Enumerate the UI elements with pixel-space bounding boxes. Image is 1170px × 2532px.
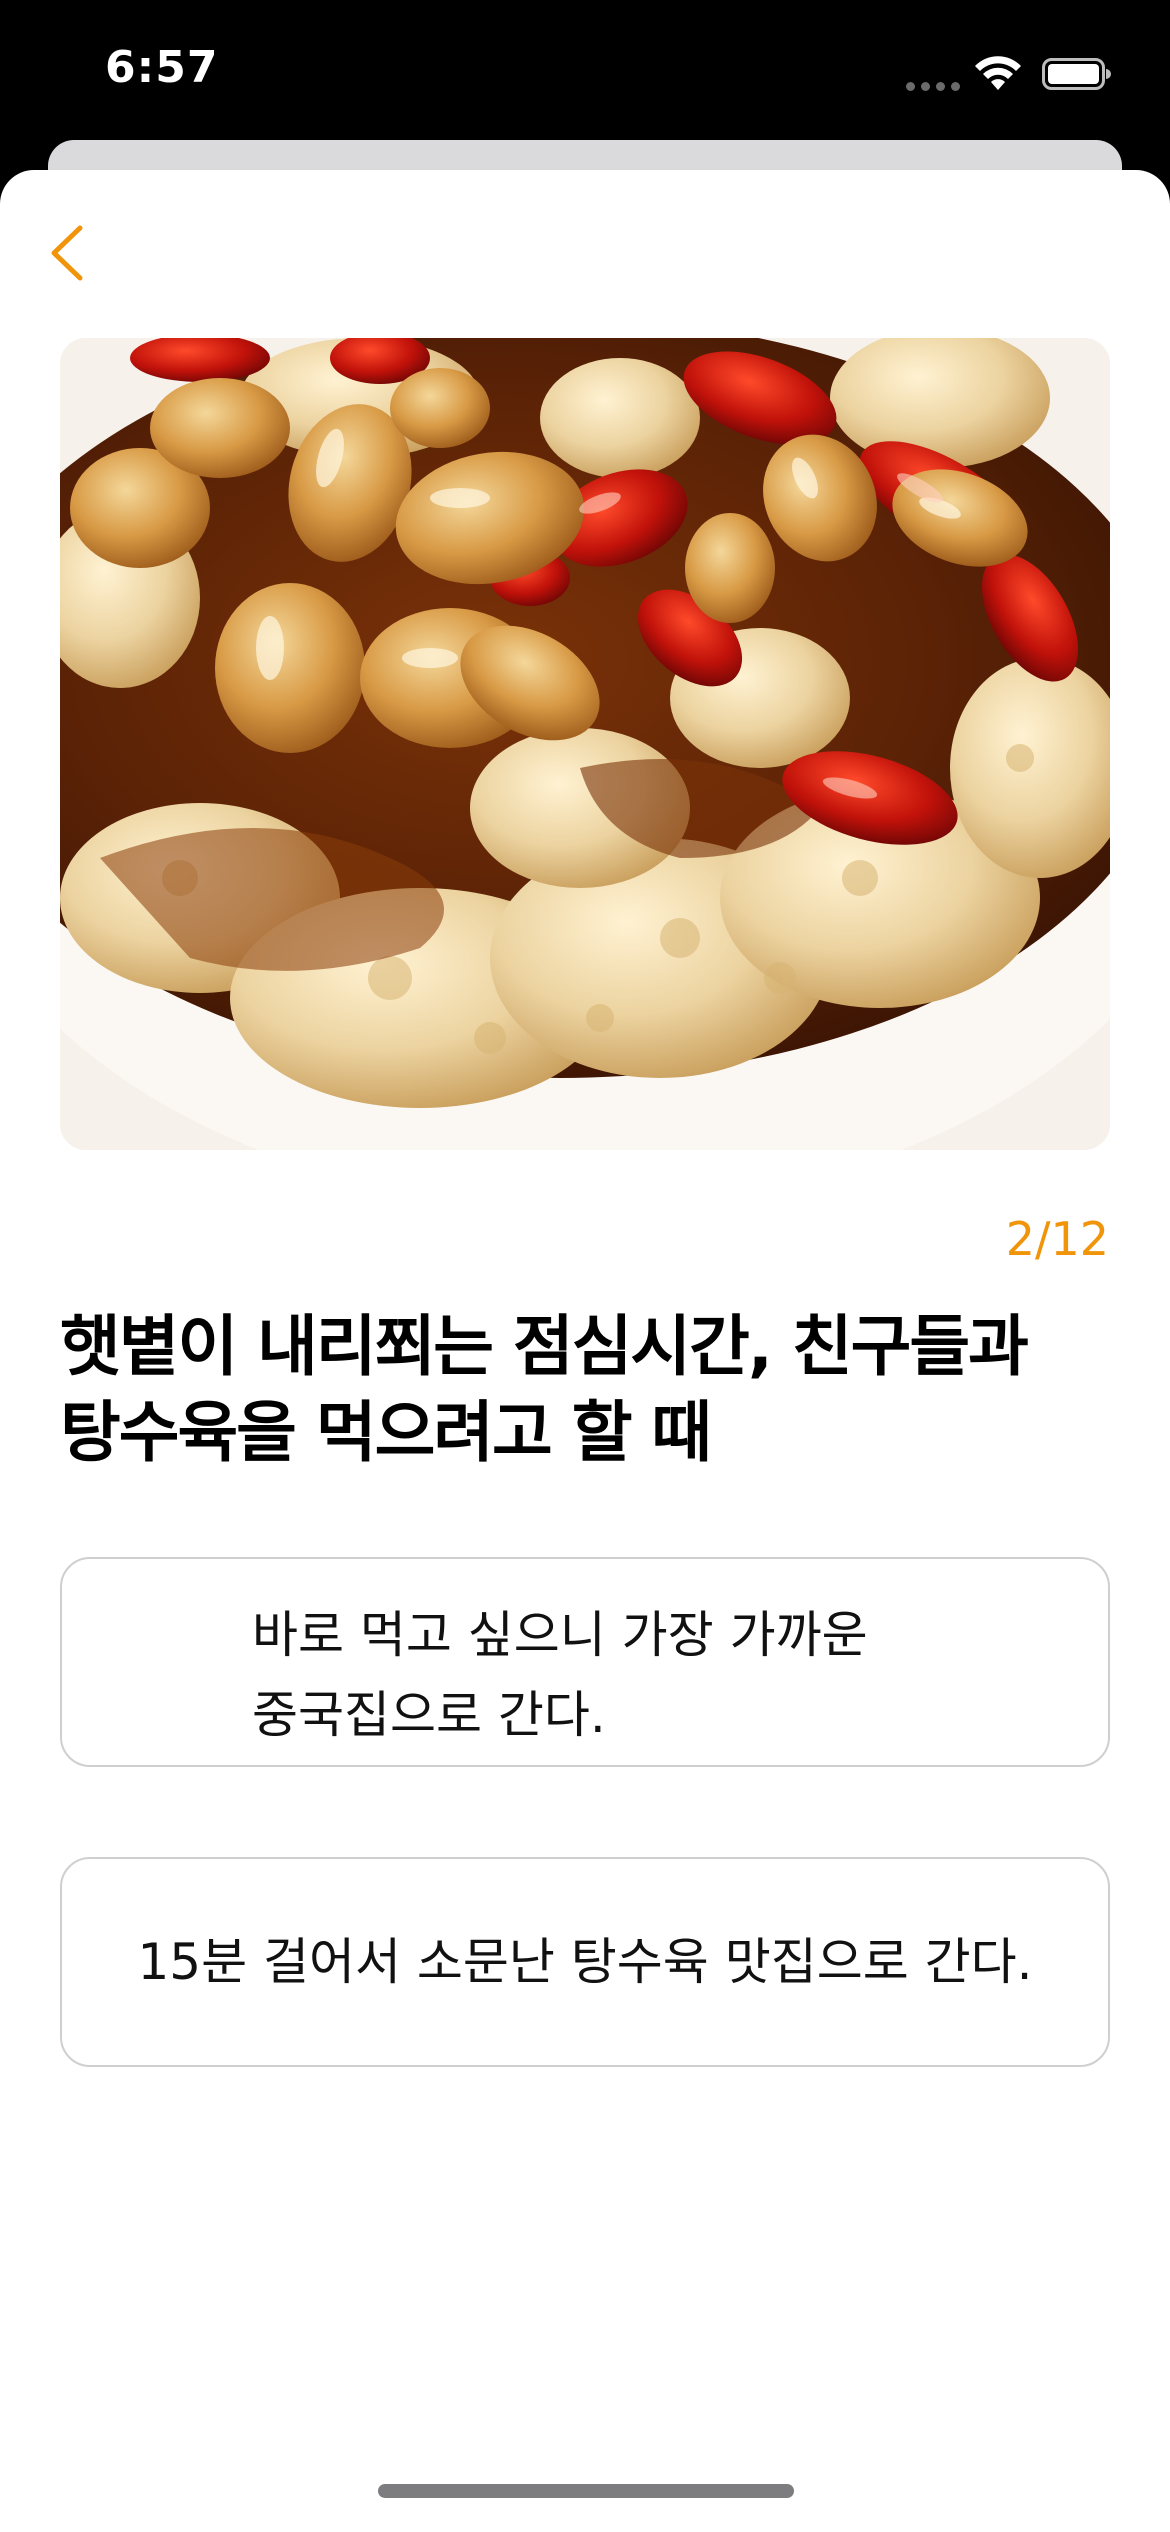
answer-option-1-line-1: 바로 먹고 싶으니 가장 가까운	[252, 1606, 868, 1664]
home-indicator[interactable]	[378, 2484, 794, 2498]
answer-option-1[interactable]: 바로 먹고 싶으니 가장 가까운 중국집으로 간다.	[60, 1557, 1110, 1767]
food-photo	[60, 338, 1110, 1150]
wifi-icon	[975, 56, 1021, 90]
sweet-sour-pork-image	[60, 338, 1110, 1150]
status-time: 6:57	[105, 42, 219, 93]
back-button[interactable]	[40, 216, 96, 290]
status-bar: 6:57	[0, 0, 1170, 150]
answer-option-2[interactable]: 15분 걸어서 소문난 탕수육 맛집으로 간다.	[60, 1857, 1110, 2067]
answer-option-1-label: 바로 먹고 싶으니 가장 가까운 중국집으로 간다.	[252, 1595, 972, 1755]
answer-option-2-label: 15분 걸어서 소문난 탕수육 맛집으로 간다.	[137, 1933, 1033, 1991]
progress-indicator: 2/12	[1005, 1212, 1109, 1266]
cellular-signal-icon	[906, 82, 960, 92]
chevron-left-icon	[51, 225, 83, 281]
question-line-1: 햇볕이 내리쬐는 점심시간, 친구들과	[60, 1308, 1029, 1385]
battery-icon	[1042, 58, 1111, 90]
question-text: 햇볕이 내리쬐는 점심시간, 친구들과 탕수육을 먹으려고 할 때	[60, 1304, 1120, 1476]
question-line-2: 탕수육을 먹으려고 할 때	[60, 1394, 712, 1471]
answer-option-1-line-2: 중국집으로 간다.	[252, 1686, 606, 1744]
